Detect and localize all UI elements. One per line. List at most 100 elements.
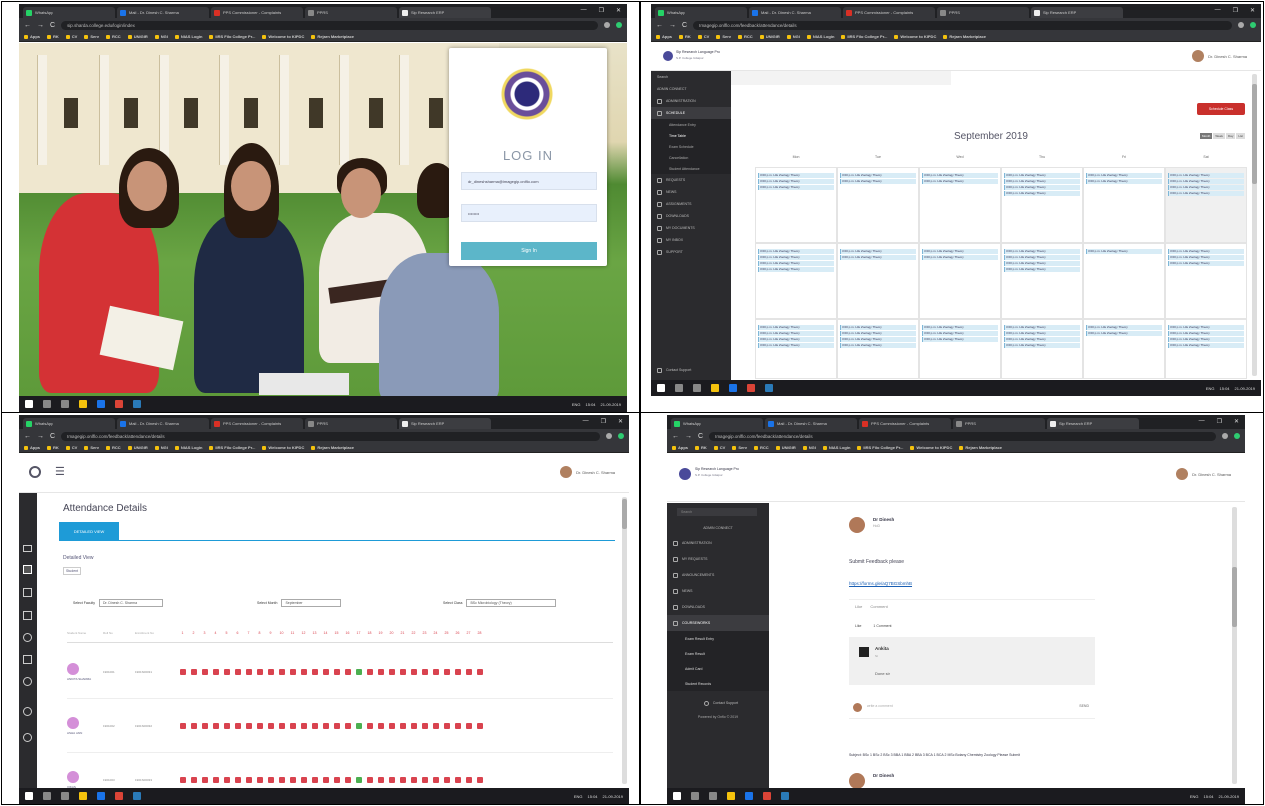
tab-mail[interactable]: Mail - Dr. Dinesh C. Sharma	[749, 7, 841, 18]
assignment-icon[interactable]	[23, 611, 32, 620]
absent-mark[interactable]	[476, 722, 483, 729]
search-icon[interactable]	[43, 400, 51, 408]
bookmark-item[interactable]: NGI	[154, 34, 168, 39]
tab-erp[interactable]: Sip Research ERP	[399, 7, 491, 18]
student-chip[interactable]: Student	[63, 567, 82, 575]
absent-mark[interactable]	[201, 776, 208, 783]
tab-mail[interactable]: Mail - Dr. Dinesh C. Sharma	[765, 418, 857, 429]
tab-mail[interactable]: Mail - Dr. Dinesh C. Sharma	[117, 418, 209, 429]
calendar-event[interactable]: 3:00 p.m. Life Zoology Theory	[1086, 331, 1162, 336]
start-icon[interactable]	[25, 792, 33, 800]
absent-mark[interactable]	[223, 722, 230, 729]
bookmark-item[interactable]: UNIGIR	[127, 34, 148, 39]
word-icon[interactable]	[765, 384, 773, 392]
calendar-day[interactable]: 3:00 p.m. Life Zoology Theory 3:00 p.m. L…	[755, 167, 837, 243]
absent-mark[interactable]	[465, 668, 472, 675]
task-view-icon[interactable]	[693, 384, 701, 392]
absent-mark[interactable]	[388, 776, 395, 783]
search-icon[interactable]	[23, 707, 32, 716]
absent-mark[interactable]	[443, 668, 450, 675]
absent-mark[interactable]	[443, 722, 450, 729]
absent-mark[interactable]	[410, 776, 417, 783]
bookmark-item[interactable]: IIRS Filo College Pr...	[209, 34, 255, 39]
bookmark-item[interactable]: NIAS Login	[822, 445, 850, 450]
tab-detailed-view[interactable]: DETAILED VIEW	[59, 522, 119, 540]
sidebar-item-announcements[interactable]: ANNOUNCEMENTS	[667, 567, 769, 583]
bookmark-item[interactable]: Rejarn Marketplace	[959, 445, 1002, 450]
tab-mail[interactable]: Mail - Dr. Dinesh C. Sharma	[117, 7, 209, 18]
dashboard-icon[interactable]	[23, 545, 32, 552]
absent-mark[interactable]	[190, 668, 197, 675]
back-icon[interactable]: ←	[672, 433, 679, 440]
absent-mark[interactable]	[256, 668, 263, 675]
sidebar-item-requests[interactable]: MY REQUESTS	[667, 551, 769, 567]
absent-mark[interactable]	[311, 722, 318, 729]
calendar-event[interactable]: 3:00 p.m. Life Zoology Theory	[840, 337, 916, 342]
bookmark-item[interactable]: Apps	[24, 445, 40, 450]
absent-mark[interactable]	[399, 776, 406, 783]
absent-mark[interactable]	[432, 776, 439, 783]
bookmark-item[interactable]: NIAS Login	[806, 34, 834, 39]
bookmark-item[interactable]: UNIGIR	[127, 445, 148, 450]
absent-mark[interactable]	[300, 668, 307, 675]
calendar-event[interactable]: 3:00 p.m. Life Zoology Theory	[840, 343, 916, 348]
chrome-icon[interactable]	[747, 384, 755, 392]
calendar-day[interactable]: 3:00 p.m. Life Zoology Theory 3:00 p.m. L…	[755, 243, 837, 319]
url-input[interactable]: Imagegip.onlflo.com/feedback/attendance/…	[693, 20, 1232, 30]
maximize-icon[interactable]: ❐	[1233, 7, 1238, 14]
sidebar-subitem[interactable]: Attendance Entry	[651, 119, 731, 130]
present-mark[interactable]	[355, 776, 362, 783]
word-icon[interactable]	[133, 792, 141, 800]
calendar-event[interactable]: 3:00 p.m. Life Zoology Theory	[1168, 249, 1244, 254]
url-input[interactable]: Imagegip.onlflo.com/feedback/attendance/…	[709, 431, 1216, 441]
file-explorer-icon[interactable]	[711, 384, 719, 392]
bookmark-item[interactable]: NIAS Login	[174, 445, 202, 450]
sidebar-item-courseworks[interactable]: COURSEWORKS	[667, 615, 769, 631]
chrome-icon[interactable]	[763, 792, 771, 800]
present-mark[interactable]	[355, 722, 362, 729]
minimize-icon[interactable]: —	[1199, 418, 1205, 425]
calendar-event[interactable]: 3:00 p.m. Life Zoology Theory	[840, 173, 916, 178]
user-menu[interactable]: Dr. Dinesh C. Sharma	[1176, 468, 1231, 480]
absent-mark[interactable]	[410, 722, 417, 729]
forward-icon[interactable]: →	[37, 433, 44, 440]
calendar-event[interactable]: 3:00 p.m. Life Zoology Theory	[1004, 343, 1080, 348]
absent-mark[interactable]	[344, 776, 351, 783]
calendar-event[interactable]: 3:00 p.m. Life Zoology Theory	[1004, 331, 1080, 336]
page-scrollbar[interactable]	[622, 497, 627, 784]
calendar-event[interactable]: 3:00 p.m. Life Zoology Theory	[922, 179, 998, 184]
like-button[interactable]: Like	[855, 604, 862, 609]
calendar-event[interactable]: 3:00 p.m. Life Zoology Theory	[758, 343, 834, 348]
calendar-event[interactable]: 3:00 p.m. Life Zoology Theory	[1004, 325, 1080, 330]
calendar-day[interactable]: 3:00 p.m. Life Zoology Theory 3:00 p.m. L…	[1001, 167, 1083, 243]
calendar-event[interactable]: 3:00 p.m. Life Zoology Theory	[1168, 331, 1244, 336]
calendar-event[interactable]: 3:00 p.m. Life Zoology Theory	[922, 325, 998, 330]
calendar-event[interactable]: 3:00 p.m. Life Zoology Theory	[1086, 173, 1162, 178]
task-view-icon[interactable]	[61, 792, 69, 800]
calendar-event[interactable]: 3:00 p.m. Life Zoology Theory	[758, 337, 834, 342]
forward-icon[interactable]: →	[37, 22, 44, 29]
absent-mark[interactable]	[300, 722, 307, 729]
calendar-day[interactable]: 3:00 p.m. Life Zoology Theory 3:00 p.m. L…	[919, 167, 1001, 243]
calendar-event[interactable]: 3:00 p.m. Life Zoology Theory	[1168, 261, 1244, 266]
absent-mark[interactable]	[421, 668, 428, 675]
absent-mark[interactable]	[399, 722, 406, 729]
bookmark-item[interactable]: CV	[65, 445, 77, 450]
absent-mark[interactable]	[179, 668, 186, 675]
calendar-event[interactable]: 3:00 p.m. Life Zoology Theory	[840, 331, 916, 336]
bookmark-item[interactable]: CV	[713, 445, 725, 450]
url-input[interactable]: sip.sharda.college.edu/login/index	[61, 20, 598, 30]
start-icon[interactable]	[657, 384, 665, 392]
maximize-icon[interactable]: ❐	[601, 418, 606, 425]
store-icon[interactable]	[97, 400, 105, 408]
absent-mark[interactable]	[476, 668, 483, 675]
calendar-event[interactable]: 3:00 p.m. Life Zoology Theory	[1004, 179, 1080, 184]
sidebar-item-news[interactable]: NEWS	[651, 186, 731, 198]
bookmark-item[interactable]: IIRS Filo College Pr...	[857, 445, 903, 450]
absent-mark[interactable]	[289, 668, 296, 675]
comment-input[interactable]: write a comment	[867, 704, 893, 708]
absent-mark[interactable]	[234, 776, 241, 783]
sidebar-subitem[interactable]: Exam Result	[667, 646, 769, 661]
absent-mark[interactable]	[333, 776, 340, 783]
absent-mark[interactable]	[377, 668, 384, 675]
